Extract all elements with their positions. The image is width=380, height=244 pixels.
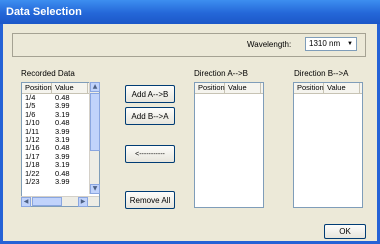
position-cell: 1/23	[25, 176, 40, 186]
column-position[interactable]: Position	[294, 83, 324, 93]
column-value[interactable]: Value	[324, 83, 360, 93]
table-row[interactable]: 1/23 3.99	[22, 176, 99, 186]
column-position[interactable]: Position	[22, 83, 52, 93]
wavelength-label: Wavelength:	[247, 40, 292, 49]
ok-button[interactable]: OK	[324, 224, 366, 239]
direction-ab-header: Position Value	[195, 83, 263, 94]
horizontal-scroll-thumb[interactable]	[32, 197, 62, 206]
remove-all-button[interactable]: Remove All	[125, 191, 175, 209]
vertical-scroll-thumb[interactable]	[90, 93, 100, 151]
scroll-down-icon[interactable]: ▼	[90, 184, 100, 194]
direction-ab-list[interactable]: Position Value	[194, 82, 264, 208]
column-value[interactable]: Value	[225, 83, 261, 93]
add-a-to-b-button[interactable]: Add A-->B	[125, 85, 175, 103]
add-b-to-a-button[interactable]: Add B-->A	[125, 107, 175, 125]
column-value[interactable]: Value	[52, 83, 88, 93]
window-title: Data Selection	[0, 0, 380, 24]
window-frame-left	[0, 24, 3, 244]
scroll-left-icon[interactable]: ◀	[21, 197, 31, 207]
data-selection-window: Data Selection Wavelength: 1310 nm ▼ Rec…	[0, 0, 380, 244]
recorded-horizontal-scrollbar[interactable]: ◀ ▶	[21, 196, 99, 207]
direction-ba-header: Position Value	[294, 83, 362, 94]
recorded-rows: 1/4 0.48 1/5 3.99 1/6 3.19 1/10 0.48 1/11 3.99 1/1…	[22, 93, 99, 186]
chevron-down-icon[interactable]: ▼	[345, 39, 355, 49]
remove-button[interactable]: <-----------	[125, 145, 175, 163]
wavelength-select[interactable]: 1310 nm ▼	[305, 37, 357, 51]
scroll-right-icon[interactable]: ▶	[78, 197, 88, 207]
value-cell: 3.99	[55, 176, 70, 186]
direction-ba-label: Direction B-->A	[294, 69, 349, 78]
scroll-up-icon[interactable]: ▲	[90, 82, 100, 92]
direction-ab-label: Direction A-->B	[194, 69, 249, 78]
recorded-data-label: Recorded Data	[21, 69, 75, 78]
recorded-vertical-scrollbar[interactable]: ▲ ▼	[89, 82, 100, 194]
column-position[interactable]: Position	[195, 83, 225, 93]
direction-ba-list[interactable]: Position Value	[293, 82, 363, 208]
wavelength-value: 1310 nm	[309, 39, 341, 48]
